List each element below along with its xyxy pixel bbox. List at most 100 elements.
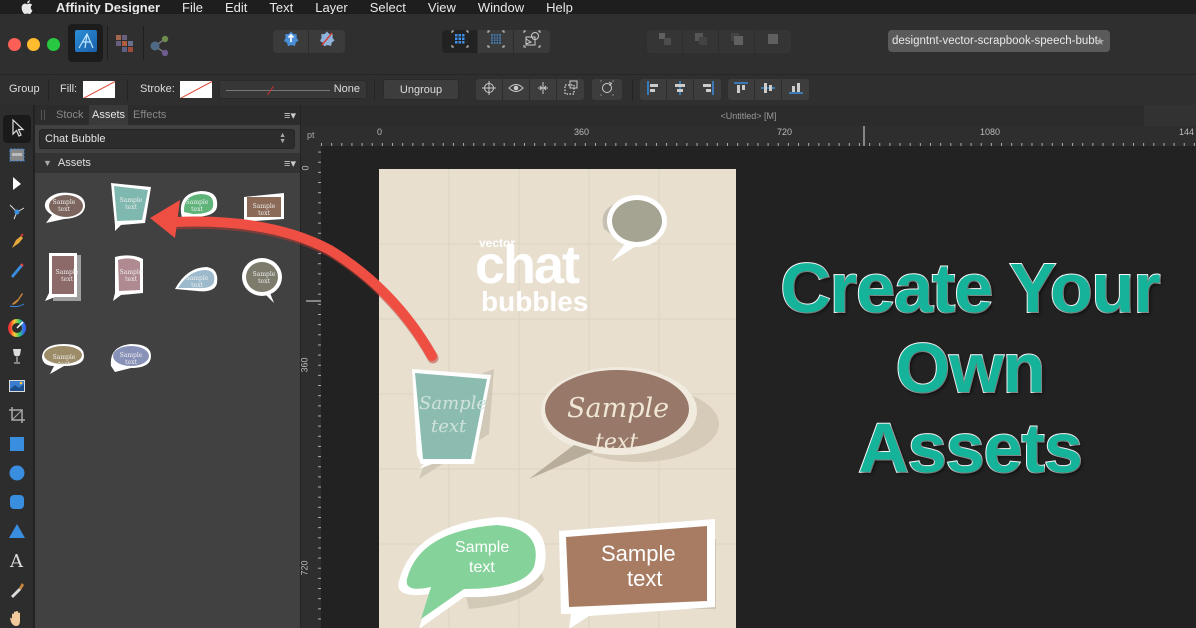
menu-edit[interactable]: Edit [225, 0, 247, 15]
asset-pink-wavy-bubble[interactable]: Sample text [107, 253, 157, 301]
asset-label: text [258, 278, 270, 285]
rounded-rectangle-tool-button[interactable] [3, 490, 31, 518]
minimize-window-button[interactable] [27, 38, 40, 51]
color-picker-tool-button[interactable] [3, 577, 31, 605]
disclosure-triangle-icon[interactable]: ▼ [43, 158, 52, 168]
vertical-ruler[interactable] [301, 146, 321, 628]
asset-periwinkle-bubble[interactable]: Sample text [107, 336, 157, 384]
menu-text[interactable]: Text [269, 0, 293, 15]
vector-brush-tool-button[interactable] [3, 287, 31, 315]
fill-swatch[interactable] [83, 81, 115, 98]
move-backward-button[interactable] [683, 30, 719, 53]
fill-tool-button[interactable] [3, 316, 31, 344]
transparency-tool-button[interactable] [3, 344, 31, 372]
ungroup-button[interactable]: Ungroup [383, 79, 459, 100]
node-tool-button[interactable] [3, 172, 31, 200]
document-title: <Untitled> [M] [720, 110, 777, 121]
apple-logo-icon[interactable] [18, 0, 36, 14]
transparency-tool-icon [7, 346, 27, 371]
document-tab[interactable]: designtnt-vector-scrapbook-speech-bubt ★ [888, 30, 1110, 52]
triangle-tool-button[interactable] [3, 519, 31, 547]
horizontal-ruler[interactable] [301, 126, 1196, 146]
designer-persona-button[interactable] [68, 24, 103, 62]
align-top-button[interactable] [728, 79, 755, 100]
star-icon[interactable]: ★ [1095, 35, 1105, 48]
zoom-window-button[interactable] [47, 38, 60, 51]
brown-oval-bubble: Sample text [529, 367, 719, 479]
stroke-width-slider[interactable]: None [219, 80, 367, 99]
asset-mauve-tall-bubble[interactable]: Sample text [43, 253, 93, 301]
isolation-group [273, 30, 345, 53]
align-bottom-button[interactable] [782, 79, 809, 100]
menu-help[interactable]: Help [546, 0, 573, 15]
toolbar-divider [143, 26, 144, 60]
tab-assets[interactable]: Assets [89, 105, 129, 125]
panel-menu-icon[interactable]: ≡▾ [284, 109, 296, 122]
move-forward-button[interactable] [719, 30, 755, 53]
asset-teal-square-bubble[interactable]: Sample text [107, 181, 157, 231]
asset-khaki-wide-bubble[interactable]: Sample text [40, 338, 90, 386]
pencil-tool-button[interactable] [3, 258, 31, 286]
no-preview-flower-icon [318, 30, 336, 53]
move-to-back-button[interactable] [647, 30, 683, 53]
stroke-label: Stroke: [140, 83, 175, 95]
asset-green-blob-bubble[interactable]: Sample text [173, 183, 223, 231]
menu-select[interactable]: Select [370, 0, 406, 15]
rotate-button[interactable] [592, 79, 622, 100]
asset-olive-round-bubble[interactable]: Sample text [240, 255, 290, 303]
asset-blue-drop-bubble[interactable]: Sample text [173, 259, 223, 307]
asset-brown-rect-bubble[interactable]: Sample text [240, 187, 290, 235]
assets-subcategory-header[interactable]: ▼ Assets ≡▾ [35, 153, 300, 173]
align-right-button[interactable] [694, 79, 721, 100]
text-tool-button[interactable]: A [3, 548, 31, 576]
pixel-grid-button[interactable] [442, 30, 478, 53]
asset-brown-oval-bubble[interactable]: Sample text [40, 183, 90, 231]
vector-outline-button[interactable] [514, 30, 550, 53]
flip-icon [536, 81, 550, 98]
subcategory-menu-icon[interactable]: ≡▾ [284, 157, 296, 170]
align-left-button[interactable] [640, 79, 667, 100]
headline-line1: Create Your [779, 248, 1161, 328]
move-to-front-button[interactable] [755, 30, 791, 53]
corner-tool-icon [7, 202, 27, 227]
asset-thumbnail: Sampletext [44, 192, 86, 223]
no-preview-button[interactable] [309, 30, 345, 53]
pixel-persona-button[interactable] [114, 33, 138, 57]
crop-tool-button[interactable] [3, 403, 31, 431]
subcategory-title: Assets [57, 157, 91, 169]
menu-view[interactable]: View [428, 0, 456, 15]
document-tab-title: designtnt-vector-scrapbook-speech-bubt [892, 35, 1098, 47]
tab-stock[interactable]: Stock [53, 105, 87, 125]
place-image-tool-button[interactable] [3, 374, 31, 402]
hand-tool-button[interactable] [3, 606, 31, 628]
app-name-menu[interactable]: Affinity Designer [56, 0, 160, 15]
designer-persona-icon [74, 29, 98, 58]
menu-file[interactable]: File [182, 0, 203, 15]
ellipse-tool-button[interactable] [3, 461, 31, 489]
retina-grid-button[interactable] [478, 30, 514, 53]
pen-tool-icon [7, 231, 27, 256]
place-image-button[interactable] [273, 30, 309, 53]
horizontal-ruler-ticks [320, 126, 1195, 146]
stroke-swatch[interactable] [180, 81, 212, 98]
corner-tool-button[interactable] [3, 200, 31, 228]
flip-button[interactable] [530, 79, 557, 100]
artboard[interactable]: vector chat bubbles Sample text Sample t… [379, 169, 736, 628]
asset-thumbnail: Sampletext [113, 255, 143, 301]
menu-layer[interactable]: Layer [315, 0, 348, 15]
menu-window[interactable]: Window [478, 0, 524, 15]
align-middle-button[interactable] [755, 79, 782, 100]
pen-tool-button[interactable] [3, 229, 31, 257]
constraints-button[interactable] [557, 79, 584, 100]
close-window-button[interactable] [8, 38, 21, 51]
rectangle-tool-button[interactable] [3, 432, 31, 460]
export-persona-button[interactable] [148, 33, 172, 57]
transform-origin-button[interactable] [476, 79, 503, 100]
align-center-button[interactable] [667, 79, 694, 100]
tab-effects[interactable]: Effects [130, 105, 169, 125]
category-select[interactable]: Chat Bubble ▲ ▼ [39, 129, 295, 149]
move-tool-button[interactable] [3, 115, 31, 143]
panel-grip[interactable] [41, 110, 45, 120]
show-hide-button[interactable] [503, 79, 530, 100]
artboard-tool-button[interactable] [3, 143, 31, 171]
